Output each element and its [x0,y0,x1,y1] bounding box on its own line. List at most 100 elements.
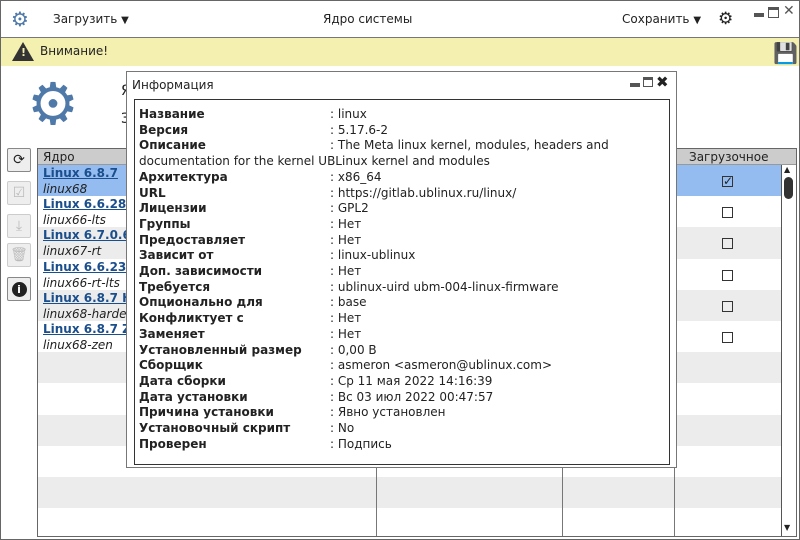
info-value: : The Meta linux kernel, modules, header… [330,138,609,153]
info-key: Версия [139,122,189,137]
info-value: : linux [330,107,367,121]
dialog-title: Информация [132,78,214,92]
maximize-icon[interactable] [768,7,779,18]
info-key: Дата сборки [139,373,226,388]
gear-icon[interactable]: ⚙ [718,9,733,29]
kernel-gears-icon: ⚙ [27,70,79,138]
boot-checkbox[interactable] [722,207,733,219]
info-key: documentation for the kernel UBLinux ker… [139,154,490,169]
info-row: Проверен : Подпись [139,436,392,451]
info-row: Предоставляет : Нет [139,232,361,247]
app-gears-icon: ⚙ [11,7,29,31]
info-value: : Ср 11 мая 2022 14:16:39 [330,373,493,388]
info-row: Версия : 5.17.6-2 [139,122,388,137]
header-boot: Загрузочное [689,150,769,164]
info-row: Заменяет: Нет [139,326,361,341]
info-row: documentation for the kernel UBLinux ker… [139,154,490,168]
info-row: Дата сборки : Ср 11 мая 2022 14:16:39 [139,373,492,388]
info-value: : Явно установлен [330,405,446,420]
chevron-down-icon: ▼ [693,15,702,26]
save-menu[interactable]: Сохранить ▼ [622,12,701,26]
minimize-icon[interactable] [754,13,764,17]
info-value: : 5.17.6-2 [330,122,388,137]
table-row[interactable] [38,508,782,536]
info-row: Зависит от : linux-ublinux [139,248,415,263]
info-key: Архитектура [139,169,228,184]
warning-text: Внимание! [40,44,109,58]
info-value: : Подпись [330,436,392,451]
scroll-thumb[interactable] [784,177,793,199]
info-panel: Название : linux Версия : 5.17.6-2 Описание:… [134,99,670,465]
install-button[interactable]: ⤓ [7,214,31,238]
info-value: : Вс 03 июл 2022 00:47:57 [330,389,494,404]
set-boot-button[interactable]: ☑ [7,181,31,205]
info-key: Описание [139,138,206,153]
info-key: Опционально для [139,295,263,310]
info-value: : https://gitlab.ublinux.ru/linux/ [330,185,517,200]
load-menu[interactable]: Загрузить ▼ [53,12,129,26]
window-title: Ядро системы [323,12,413,26]
info-key: Установочный скрипт [139,421,291,435]
info-value: : asmeron <asmeron@ublinux.com> [330,358,553,373]
scroll-down-icon[interactable]: ▼ [784,523,790,532]
info-key: Проверен [139,436,207,451]
info-key: Конфликтует с [139,311,244,326]
info-row: Установочный скрипт : No [139,421,354,435]
info-key: Причина установки [139,405,274,420]
info-key: Лицензии [139,201,207,216]
info-row: Причина установки : Явно установлен [139,405,445,420]
title-bar: ⚙ Загрузить ▼ Ядро системы Сохранить ▼ ⚙… [1,1,799,38]
table-row[interactable] [38,477,782,509]
info-key: Доп. зависимости [139,264,263,278]
boot-checkbox[interactable] [722,300,733,312]
info-value: : No [330,421,355,435]
warning-icon: ! [12,42,34,61]
info-key: Сборщик [139,358,203,373]
dialog-maximize-icon[interactable] [643,77,653,87]
info-value: : base [330,295,367,310]
info-key: Установленный размер [139,342,302,357]
save-profile-icon[interactable]: 💾 [773,41,798,65]
info-row: Установленный размер : 0,00 B [139,342,377,357]
info-value: : Нет [330,232,362,247]
info-row: Группы: Нет [139,216,361,231]
info-row: Сборщик : asmeron <asmeron@ublinux.com> [139,358,552,373]
info-key: Требуется [139,279,211,294]
boot-checkbox[interactable] [722,269,733,281]
info-value: : x86_64 [330,169,382,184]
info-key: Название [139,107,205,121]
info-key: Группы [139,216,191,231]
info-key: Зависит от [139,248,214,263]
scroll-up-icon[interactable]: ▲ [784,165,790,174]
info-row: Дата установки: Вс 03 июл 2022 00:47:57 [139,390,493,404]
info-row: Доп. зависимости : Нет [139,264,361,278]
info-row: Описание : The Meta linux kernel, modules… [139,138,609,153]
scrollbar[interactable]: ▲ ▼ [781,165,795,536]
close-icon[interactable]: ✕ [783,3,795,19]
refresh-button[interactable]: ⟳ [7,148,31,172]
info-key: Предоставляет [139,232,246,247]
warning-bar: ! Внимание! 💾 [1,38,799,66]
info-value: : Нет [330,264,362,278]
info-row: Требуется : ublinux-uird ubm-004-linux-fi… [139,279,558,294]
boot-checkbox[interactable]: ✓ [722,175,733,187]
info-row: Конфликтует с: Нет [139,311,361,326]
info-row: Название : linux [139,107,367,121]
chevron-down-icon: ▼ [121,15,129,26]
info-row: Архитектура : x86_64 [139,169,382,184]
load-menu-label: Загрузить [53,12,118,26]
dialog-minimize-icon[interactable] [630,83,640,87]
info-value: : linux-ublinux [330,248,416,263]
info-key: Заменяет [139,326,205,341]
info-row: Лицензии: GPL2 [139,201,369,216]
info-dialog: Информация ✖ Название : linux Версия : 5.17… [126,71,677,468]
info-value: : 0,00 B [330,342,377,357]
delete-button[interactable]: 🗑 [7,243,31,267]
boot-checkbox[interactable] [722,332,733,343]
info-row: URL: https://gitlab.ublinux.ru/linux/ [139,186,516,200]
info-button[interactable]: i [7,277,31,301]
dialog-close-icon[interactable]: ✖ [656,73,669,91]
header-kernel: Ядро [43,150,75,164]
boot-checkbox[interactable] [722,238,733,250]
info-value: : ublinux-uird ubm-004-linux-firmware [330,279,559,294]
